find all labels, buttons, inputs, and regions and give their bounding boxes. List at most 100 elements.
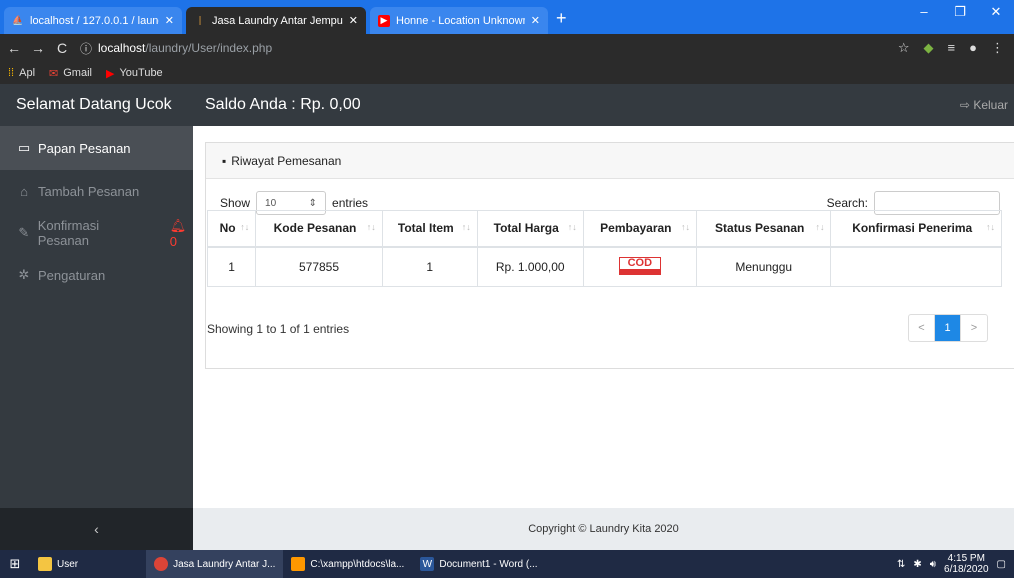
taskbar-label: C:\xampp\htdocs\la... (310, 558, 405, 570)
taskbar-item-sublime[interactable]: C:\xampp\htdocs\la... (283, 550, 412, 578)
sign-out-icon: ⇨ (959, 98, 970, 112)
cell-no: 1 (206, 246, 257, 287)
cell-pembayaran: COD (582, 246, 697, 287)
table-header-row: No ↑↓ Kode Pesanan ↑↓ Total Item ↑↓ Total H… (206, 210, 1002, 248)
pagination-next-button[interactable]: > (961, 315, 987, 341)
main-content: ▪ Riwayat Pemesanan Show 10 ⇕ entries Se… (193, 126, 1014, 508)
tab-title: Jasa Laundry Antar Jemput Terba (212, 14, 343, 27)
column-header-no[interactable]: No ↑↓ (206, 210, 257, 248)
sort-icon: ↑↓ (567, 222, 577, 232)
bookmark-apps[interactable]: ⁞⁞ Apl (8, 67, 35, 79)
select-arrows-icon: ⇕ (308, 197, 318, 209)
bookmark-label: Gmail (63, 67, 92, 79)
column-label: Total Harga (493, 221, 559, 236)
pagination-prev-button[interactable]: < (909, 315, 935, 341)
column-label: Total Item (397, 221, 454, 236)
cod-label: COD (627, 257, 653, 270)
start-button[interactable]: ⊞ (0, 550, 30, 578)
sidebar-item-label: Papan Pesanan (38, 140, 131, 156)
network-icon[interactable]: ⇅ (897, 559, 905, 570)
youtube-icon: ▶ (105, 67, 115, 80)
media-icon[interactable]: ≡ (948, 40, 956, 56)
taskbar-label: User (57, 558, 79, 570)
sort-icon: ↑↓ (461, 222, 471, 232)
bookmark-youtube[interactable]: ▶ YouTube (106, 67, 163, 80)
close-tab-icon[interactable]: ✕ (531, 14, 540, 27)
maximize-icon[interactable]: ❐ (942, 0, 978, 24)
sidebar: ▭ Papan Pesanan ⌂ Tambah Pesanan ✎ Konfi… (0, 126, 193, 508)
notification-badge: 🔔︎0 (170, 218, 193, 249)
column-header-total-item[interactable]: Total Item ↑↓ (381, 210, 478, 248)
url-path: /laundry/User/index.php (145, 41, 273, 55)
tab-title: localhost / 127.0.0.1 / laundry | p (30, 14, 159, 27)
edit-icon: ✎ (18, 225, 30, 240)
window-icon: ▭ (17, 140, 31, 155)
windows-taskbar: ⊞ User Jasa Laundry Antar J... C:\xampp\… (0, 550, 1014, 578)
minimize-icon[interactable]: – (906, 0, 942, 24)
logout-label: Keluar (973, 98, 1008, 112)
sort-icon: ↑↓ (986, 222, 995, 232)
back-icon[interactable]: ← (4, 40, 24, 56)
column-header-pembayaran[interactable]: Pembayaran ↑↓ (582, 210, 697, 248)
column-header-status[interactable]: Status Pesanan ↑↓ (695, 210, 832, 248)
menu-icon[interactable]: ⋮ (991, 40, 1004, 56)
column-header-total-harga[interactable]: Total Harga ↑↓ (476, 210, 584, 248)
pagination-page-1[interactable]: 1 (935, 315, 961, 341)
bluetooth-icon[interactable]: ✱ (913, 559, 921, 570)
info-icon[interactable]: ⓘ (80, 40, 92, 57)
bookmark-gmail[interactable]: ✉ Gmail (49, 67, 92, 80)
taskbar-item-chrome[interactable]: Jasa Laundry Antar J... (146, 550, 284, 578)
extension-icon[interactable]: ◆ (924, 40, 934, 56)
windows-logo-icon: ⊞ (9, 556, 21, 571)
archive-icon: ▪ (222, 153, 227, 168)
url-host: localhost (98, 41, 146, 55)
close-window-icon[interactable]: ✕ (978, 0, 1014, 24)
show-label: Show (220, 196, 251, 210)
column-label: Kode Pesanan (273, 221, 357, 236)
phpmyadmin-icon: ⛵ (12, 15, 24, 25)
sidebar-item-papan-pesanan[interactable]: ▭ Papan Pesanan (0, 126, 193, 170)
cod-strip (619, 269, 660, 275)
notifications-icon[interactable]: ▢ (997, 559, 1006, 570)
clock-date: 6/18/2020 (944, 564, 989, 575)
sidebar-collapse-button[interactable]: ‹ (0, 508, 193, 550)
sidebar-item-label: Pengaturan (38, 267, 106, 283)
url-input[interactable]: ⓘ localhost/laundry/User/index.php (80, 37, 898, 59)
taskbar-item-word[interactable]: W Document1 - Word (... (412, 550, 545, 578)
gear-icon: ✲ (18, 267, 30, 282)
star-icon[interactable]: ☆ (898, 40, 910, 56)
bookmark-label: YouTube (119, 67, 163, 79)
profile-icon[interactable]: ● (969, 40, 977, 56)
bookmarks-bar: ⁞⁞ Apl ✉ Gmail ▶ YouTube (0, 62, 1014, 84)
card-title: Riwayat Pemesanan (231, 153, 342, 168)
volume-icon[interactable]: 🔊︎ (930, 559, 936, 570)
card-header: ▪ Riwayat Pemesanan (206, 143, 1014, 179)
sidebar-item-pengaturan[interactable]: ✲ Pengaturan (0, 254, 193, 296)
sidebar-item-konfirmasi-pesanan[interactable]: ✎ Konfirmasi Pesanan 🔔︎0 (0, 212, 193, 254)
cell-status: Menunggu (695, 246, 832, 287)
close-tab-icon[interactable]: ✕ (165, 14, 174, 27)
column-label: Pembayaran (600, 221, 672, 236)
column-header-kode[interactable]: Kode Pesanan ↑↓ (255, 210, 383, 248)
clock[interactable]: 4:15 PM 6/18/2020 (944, 553, 989, 575)
browser-tab-bar: ⛵ localhost / 127.0.0.1 / laundry | p ✕ … (0, 0, 1014, 34)
cell-total-harga: Rp. 1.000,00 (476, 246, 584, 287)
table-info: Showing 1 to 1 of 1 entries (207, 322, 350, 336)
close-tab-icon[interactable]: ✕ (349, 14, 358, 27)
taskbar-item-user[interactable]: User (30, 550, 86, 578)
column-header-konfirmasi[interactable]: Konfirmasi Penerima ↑↓ (830, 210, 1002, 248)
word-icon: W (420, 557, 435, 571)
sidebar-item-tambah-pesanan[interactable]: ⌂ Tambah Pesanan (0, 170, 193, 212)
browser-tab-laundry[interactable]: ❘ Jasa Laundry Antar Jemput Terba ✕ (186, 7, 366, 34)
browser-tab-phpmyadmin[interactable]: ⛵ localhost / 127.0.0.1 / laundry | p ✕ (4, 7, 182, 34)
sublime-icon (291, 557, 306, 571)
search-label: Search: (826, 196, 868, 210)
new-tab-button[interactable]: + (556, 8, 567, 29)
forward-icon[interactable]: → (28, 40, 48, 56)
sort-icon: ↑↓ (240, 222, 250, 232)
reload-icon[interactable]: C (52, 40, 72, 56)
bell-icon: 🔔︎ (169, 217, 187, 233)
browser-tab-youtube[interactable]: ▶ Honne - Location Unknown Lirik ✕ (370, 7, 548, 34)
logout-link[interactable]: ⇨ Keluar (960, 98, 1008, 112)
table-row: 1 577855 1 Rp. 1.000,00 COD Menunggu (206, 246, 1002, 287)
